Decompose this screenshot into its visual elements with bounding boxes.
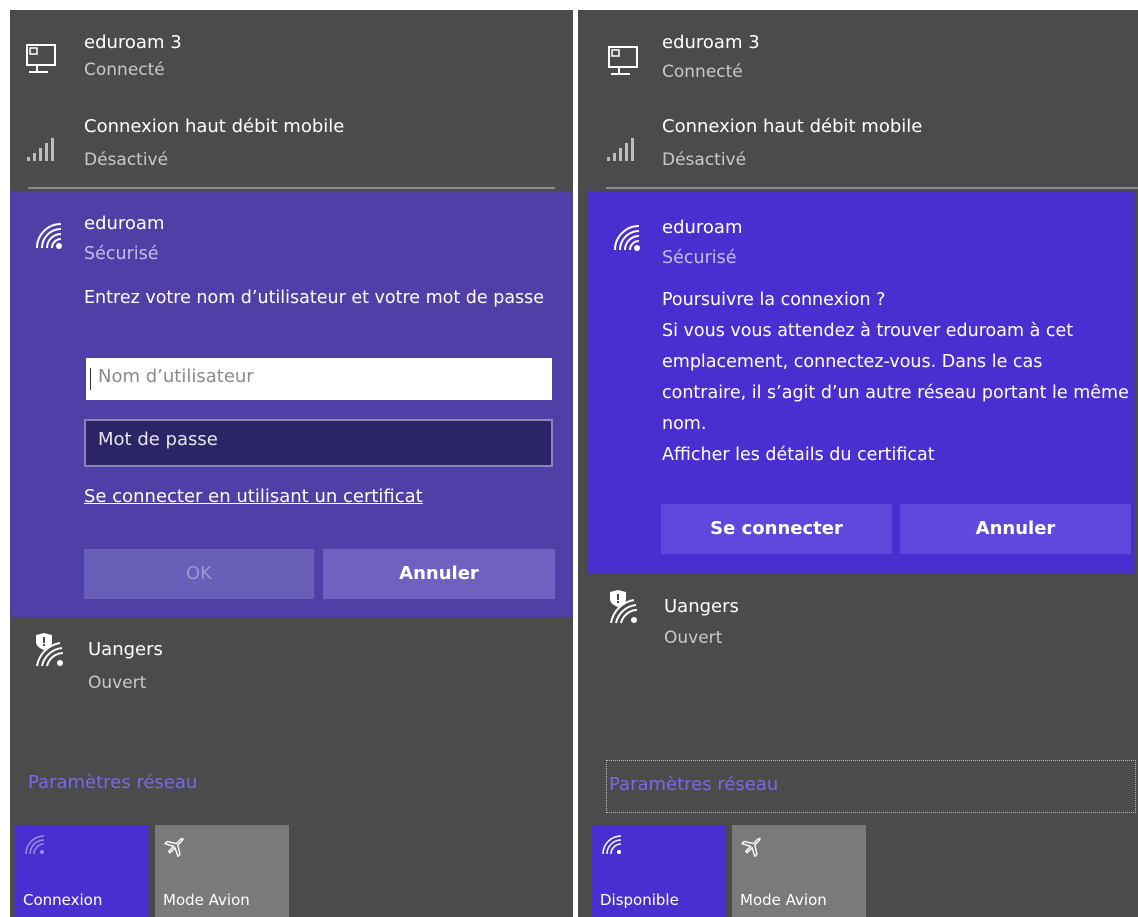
credentials-prompt: Entrez votre nom d’utilisateur et votre …: [84, 288, 545, 308]
network-item-eduroam-expanded: eduroam Sécurisé Poursuivre la connexion…: [588, 191, 1135, 574]
username-input[interactable]: Nom d’utilisateur: [86, 358, 552, 400]
network-item-eduroam-3[interactable]: eduroam 3 Connecté: [578, 10, 1138, 98]
cancel-button[interactable]: Annuler: [900, 504, 1131, 554]
connection-message: Si vous vous attendez à trouver eduroam …: [662, 321, 1129, 434]
network-item-eduroam-3[interactable]: eduroam 3 Connecté: [10, 10, 573, 98]
network-status: Connecté: [84, 60, 165, 80]
tile-label: Mode Avion: [740, 891, 827, 909]
network-flyout-right: eduroam 3 Connecté Connexion haut débit …: [578, 10, 1138, 917]
network-item-uangers[interactable]: Uangers Ouvert: [578, 574, 1138, 674]
password-input[interactable]: Mot de passe: [84, 419, 553, 467]
tile-label: Disponible: [600, 891, 679, 909]
divider: [606, 187, 1138, 189]
airplane-icon: [740, 837, 761, 857]
network-name: Uangers: [88, 639, 163, 660]
wifi-icon: [602, 835, 622, 855]
tile-label: Mode Avion: [163, 891, 250, 909]
network-status: Sécurisé: [662, 248, 737, 268]
network-item-uangers[interactable]: Uangers Ouvert: [10, 617, 573, 717]
certificate-login-link[interactable]: Se connecter en utilisant un certificat: [84, 486, 423, 507]
tile-connexion[interactable]: Connexion: [15, 825, 149, 917]
ethernet-monitor-icon: [26, 44, 56, 73]
tile-airplane-mode[interactable]: Mode Avion: [732, 825, 866, 917]
airplane-icon: [163, 837, 184, 857]
tile-airplane-mode[interactable]: Mode Avion: [155, 825, 289, 917]
network-status: Sécurisé: [84, 244, 159, 264]
connection-question: Poursuivre la connexion ?: [662, 290, 886, 310]
network-flyout-left: eduroam 3 Connecté Connexion haut débit …: [10, 10, 573, 917]
network-status: Ouvert: [88, 673, 147, 693]
network-status: Ouvert: [664, 628, 723, 648]
network-status: Désactivé: [84, 150, 169, 170]
tile-label: Connexion: [23, 891, 103, 909]
network-item-eduroam-expanded: eduroam Sécurisé Entrez votre nom d’util…: [10, 191, 573, 617]
network-name: eduroam 3: [84, 32, 182, 53]
network-item-mobile-broadband[interactable]: Connexion haut débit mobile Désactivé: [10, 98, 573, 188]
cancel-button[interactable]: Annuler: [323, 549, 555, 599]
network-status: Connecté: [662, 62, 743, 82]
network-settings-link[interactable]: Paramètres réseau: [28, 772, 197, 793]
ok-button[interactable]: OK: [84, 549, 314, 599]
certificate-details-link[interactable]: Afficher les détails du certificat: [662, 440, 1132, 471]
wifi-shield-icon: [610, 590, 638, 624]
network-name: Connexion haut débit mobile: [84, 116, 345, 137]
network-name: eduroam: [84, 213, 165, 234]
wifi-shield-icon: [36, 633, 64, 667]
cellular-signal-icon: [607, 138, 634, 161]
network-name: Connexion haut débit mobile: [662, 116, 923, 137]
network-item-mobile-broadband[interactable]: Connexion haut débit mobile Désactivé: [578, 98, 1138, 188]
network-status: Désactivé: [662, 150, 747, 170]
network-name: eduroam: [662, 217, 743, 238]
ethernet-monitor-icon: [608, 46, 638, 75]
network-name: eduroam 3: [662, 32, 760, 53]
connect-button[interactable]: Se connecter: [661, 504, 892, 554]
tile-disponible[interactable]: Disponible: [592, 825, 726, 917]
divider: [28, 187, 555, 189]
wifi-icon: [614, 225, 640, 251]
wifi-icon: [36, 223, 62, 249]
network-name: Uangers: [664, 596, 739, 617]
wifi-icon: [25, 835, 45, 855]
cellular-signal-icon: [27, 138, 54, 161]
network-settings-link[interactable]: Paramètres réseau: [606, 760, 1136, 813]
